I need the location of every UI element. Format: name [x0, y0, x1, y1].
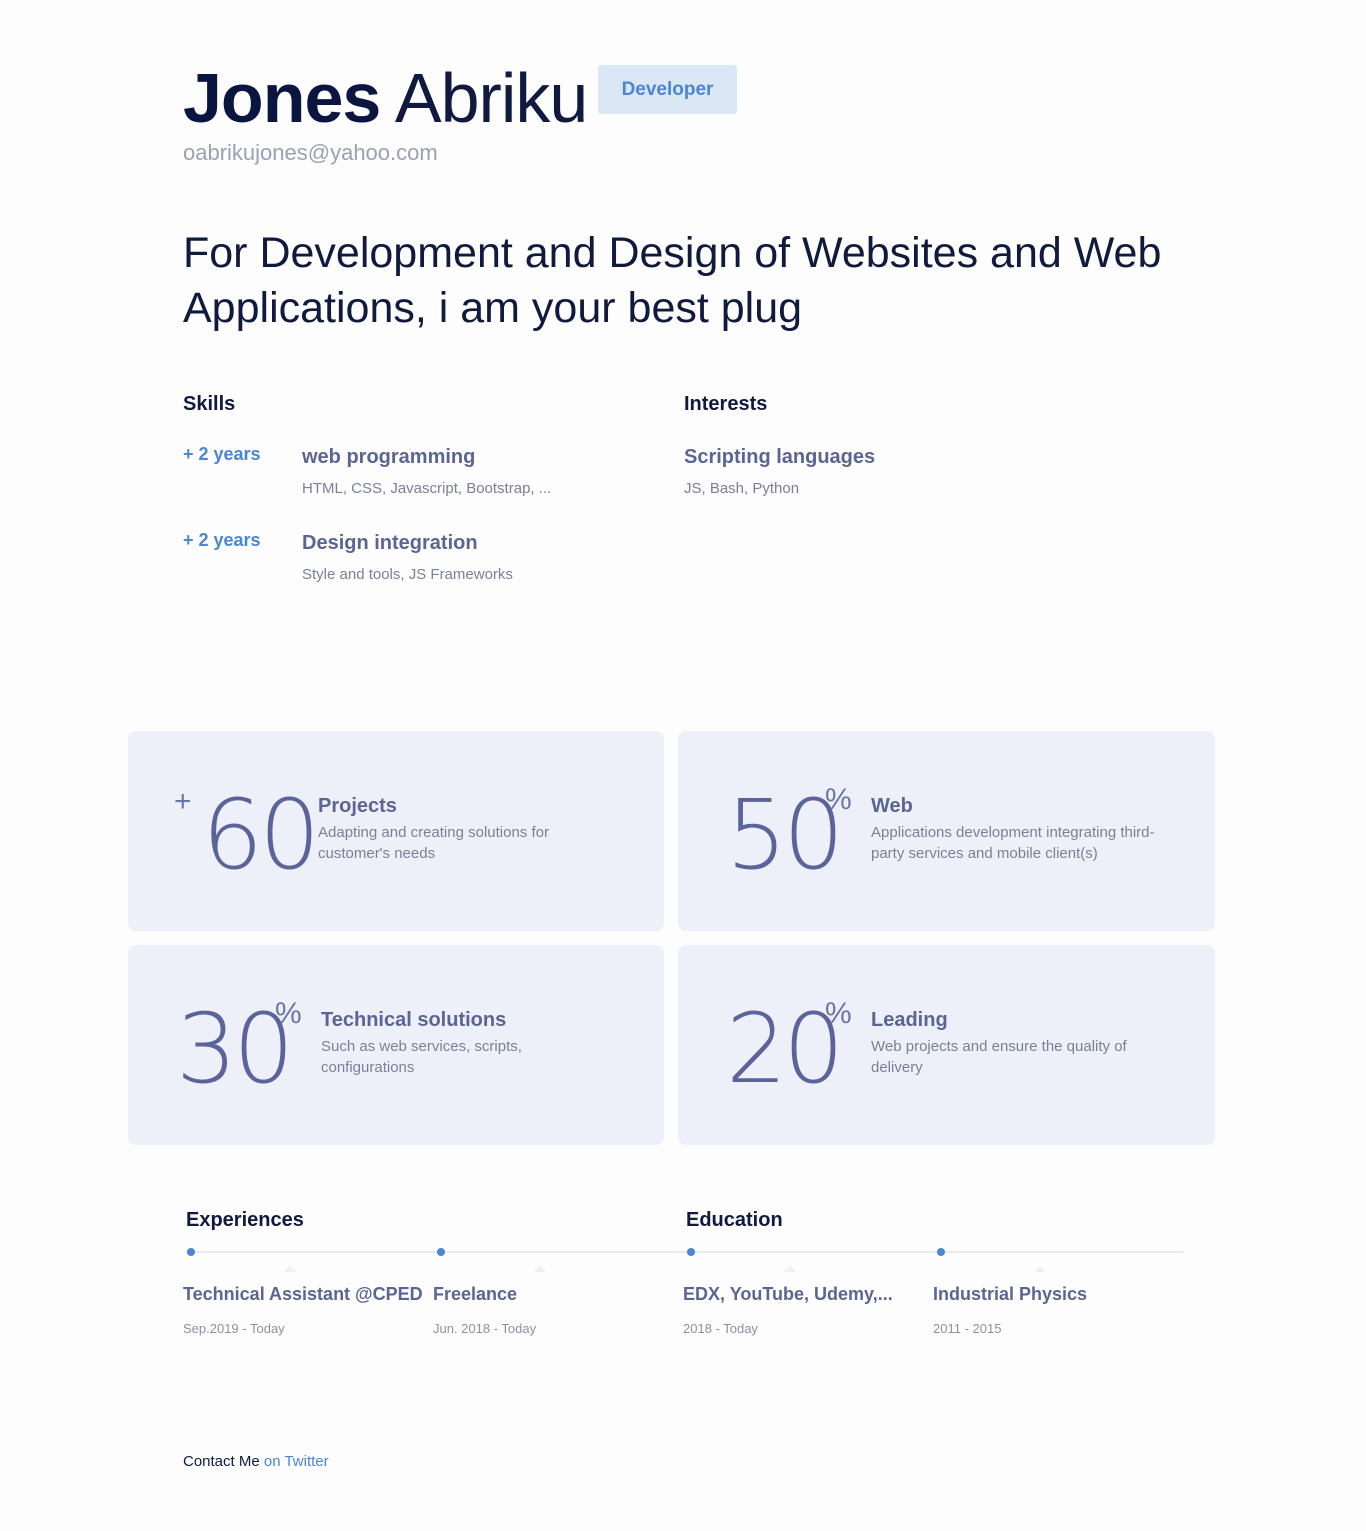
contact-line: Contact Me on Twitter	[183, 1453, 329, 1470]
stat-card-technical: 30 % Technical solutions Such as web ser…	[128, 945, 664, 1145]
timeline-pointer	[534, 1266, 546, 1272]
timeline-dot	[937, 1248, 945, 1256]
stat-prefix: +	[174, 785, 192, 818]
timeline-pointer	[284, 1266, 296, 1272]
stat-number: 20	[726, 993, 844, 1105]
tagline: For Development and Design of Websites a…	[183, 229, 1162, 332]
timeline-dot	[437, 1248, 445, 1256]
skill-description: Style and tools, JS Frameworks	[302, 566, 513, 583]
experience-title: Technical Assistant @CPED	[183, 1284, 423, 1304]
stat-suffix: %	[275, 997, 302, 1030]
stat-number: 30	[176, 993, 294, 1105]
stat-description: Such as web services, scripts, configura…	[321, 1038, 522, 1076]
stat-card-leading: 20 % Leading Web projects and ensure the…	[678, 945, 1215, 1145]
stat-title: Leading	[871, 1009, 948, 1031]
stat-card-web: 50 % Web Applications development integr…	[678, 731, 1215, 931]
stat-title: Technical solutions	[321, 1009, 507, 1031]
education-title: Industrial Physics	[933, 1284, 1088, 1304]
first-name: Jones	[183, 59, 381, 137]
stat-description: Applications development integrating thi…	[871, 824, 1155, 862]
stat-number: 60	[202, 779, 320, 891]
timeline-dot	[687, 1248, 695, 1256]
timeline-dot	[187, 1248, 195, 1256]
skill-title: Design integration	[302, 532, 478, 554]
stat-description: Adapting and creating solutions for cust…	[318, 824, 549, 862]
timeline-pointer	[784, 1266, 796, 1272]
education-date: 2018 - Today	[683, 1321, 758, 1336]
experience-title: Freelance	[433, 1284, 518, 1304]
skill-description: HTML, CSS, Javascript, Bootstrap, ...	[302, 480, 552, 497]
email-address: oabrikujones@yahoo.com	[183, 140, 438, 165]
stat-title: Web	[871, 795, 913, 817]
contact-label: Contact Me	[183, 1453, 260, 1470]
stat-title: Projects	[318, 795, 397, 817]
skill-years: + 2 years	[183, 444, 261, 464]
stat-card-projects: + 60 Projects Adapting and creating solu…	[128, 731, 664, 931]
skill-title: web programming	[302, 446, 476, 468]
interests-heading: Interests	[684, 393, 768, 415]
stat-suffix: %	[825, 783, 852, 816]
education-heading: Education	[686, 1209, 783, 1231]
person-name: Jones Abriku	[183, 58, 588, 138]
experience-date: Jun. 2018 - Today	[433, 1321, 537, 1336]
timeline-pointer	[1034, 1266, 1046, 1272]
skill-years: + 2 years	[183, 530, 261, 550]
stat-description: Web projects and ensure the quality of d…	[871, 1038, 1127, 1076]
education-date: 2011 - 2015	[933, 1321, 1002, 1336]
stat-suffix: %	[825, 997, 852, 1030]
experience-date: Sep.2019 - Today	[183, 1321, 285, 1336]
interest-title: Scripting languages	[684, 446, 876, 468]
last-name: Abriku	[394, 59, 588, 137]
experiences-heading: Experiences	[186, 1209, 304, 1231]
twitter-link[interactable]: on Twitter	[264, 1453, 329, 1470]
timeline-line	[186, 1251, 1183, 1253]
education-title: EDX, YouTube, Udemy,...	[683, 1284, 893, 1304]
skills-heading: Skills	[183, 393, 236, 415]
interest-description: JS, Bash, Python	[684, 480, 800, 497]
stat-number: 50	[726, 779, 844, 891]
role-badge: Developer	[598, 65, 737, 114]
